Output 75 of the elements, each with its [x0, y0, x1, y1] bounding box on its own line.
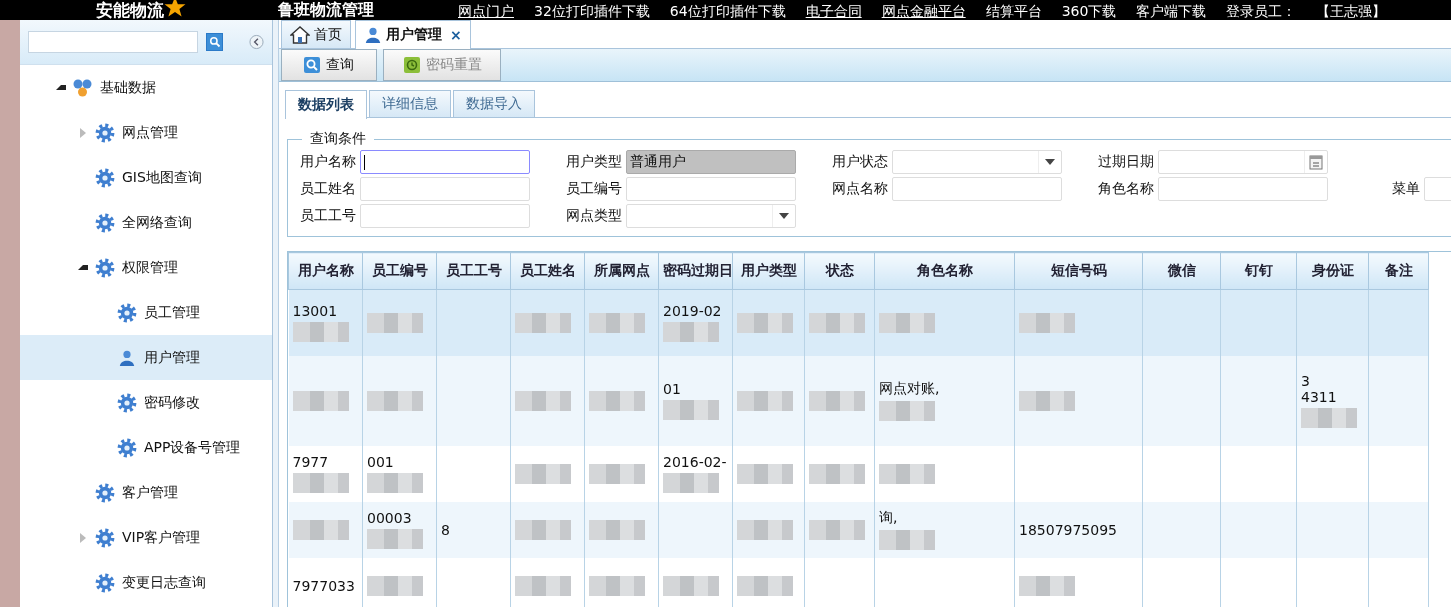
table-row[interactable]: 00003 8 询, 18507975095: [288, 501, 1429, 558]
column-header[interactable]: 角色名称: [874, 252, 1015, 290]
table-cell: 00003: [367, 510, 412, 526]
table-cell: 7977: [292, 454, 329, 470]
column-header[interactable]: 钉钉: [1220, 252, 1297, 290]
column-header[interactable]: 员工姓名: [510, 252, 585, 290]
tab[interactable]: 详细信息: [369, 90, 451, 117]
app-title: 鲁班物流管理: [278, 0, 374, 20]
field-label: 员工工号: [299, 207, 356, 225]
column-header[interactable]: 备注: [1368, 252, 1429, 290]
column-header[interactable]: 用户名称: [288, 252, 363, 290]
field-label: 员工姓名: [299, 180, 356, 198]
tree-item[interactable]: 网点管理: [20, 110, 272, 155]
table-cell: 2016-02-: [663, 454, 727, 470]
tree-item[interactable]: APP设备号管理: [20, 425, 272, 470]
field-label: 用户状态: [831, 153, 888, 171]
field-label: 用户类型: [565, 153, 622, 171]
table-cell: 01: [663, 381, 681, 397]
tab[interactable]: 用户管理 ×: [355, 20, 471, 49]
header-link[interactable]: 网点门户: [458, 3, 514, 19]
table-row[interactable]: 01 网点对账, 3 4311: [288, 355, 1429, 446]
field-label: 过期日期: [1097, 153, 1154, 171]
table-row[interactable]: 7977033: [288, 557, 1429, 607]
tree-item[interactable]: VIP客户管理: [20, 515, 272, 560]
header-link[interactable]: 电子合同: [805, 3, 862, 19]
query-legend: 查询条件: [302, 130, 374, 148]
table-cell: 13001: [292, 303, 338, 320]
table-cell: 7977033: [292, 577, 355, 594]
header-link[interactable]: 结算平台: [985, 3, 1042, 19]
table-row[interactable]: 7977 001 2016-02-: [288, 445, 1429, 502]
tab[interactable]: 数据导入: [453, 90, 535, 117]
column-header[interactable]: 身份证: [1296, 252, 1369, 290]
tree-item[interactable]: 全网络查询: [20, 200, 272, 245]
table-cell: 3 4311: [1301, 373, 1337, 405]
header-link[interactable]: 网点金融平台: [881, 3, 966, 19]
field-label: 员工编号: [565, 180, 622, 198]
table-cell: 2019-02: [663, 303, 722, 320]
tree-item[interactable]: 客户管理: [20, 470, 272, 515]
tree-item[interactable]: 变更日志查询: [20, 560, 272, 605]
search-button[interactable]: 查询: [281, 49, 377, 81]
header-link[interactable]: 64位打印插件下载: [669, 3, 786, 19]
tree-item[interactable]: 密码修改: [20, 380, 272, 425]
header-link[interactable]: 360下载: [1061, 3, 1117, 19]
field-label: 菜单: [1391, 180, 1420, 198]
field-label: 角色名称: [1097, 180, 1154, 198]
tab[interactable]: 数据列表: [285, 90, 367, 119]
logo-text: 安能物流: [96, 0, 164, 20]
tree-item[interactable]: 员工管理: [20, 290, 272, 335]
column-header[interactable]: 微信: [1142, 252, 1221, 290]
header-link[interactable]: 客户端下载: [1136, 3, 1207, 19]
user-name: 【王志强】: [1316, 3, 1387, 19]
column-header[interactable]: 所属网点: [584, 252, 659, 290]
table-cell: 询,: [879, 509, 898, 527]
close-button[interactable]: ×: [450, 27, 462, 43]
field-label: 用户名称: [299, 153, 356, 171]
field-label: 网点名称: [831, 180, 888, 198]
table-cell: 001: [367, 454, 394, 470]
column-header[interactable]: 密码过期日: [658, 252, 733, 290]
tree-item[interactable]: 用户管理: [20, 335, 272, 380]
tree-item[interactable]: 权限管理: [20, 245, 272, 290]
table-cell: 网点对账,: [879, 380, 940, 398]
column-header[interactable]: 员工工号: [436, 252, 511, 290]
column-header[interactable]: 员工编号: [362, 252, 437, 290]
tab[interactable]: 首页: [281, 20, 351, 48]
table-row[interactable]: 13001 2019-02: [288, 289, 1429, 356]
column-header[interactable]: 用户类型: [732, 252, 805, 290]
header-link[interactable]: 32位打印插件下载: [534, 3, 650, 19]
user-label: 登录员工：: [1226, 3, 1297, 19]
column-header[interactable]: 状态: [804, 252, 875, 290]
tree-item[interactable]: GIS地图查询: [20, 155, 272, 200]
tree-item[interactable]: 基础数据: [20, 65, 272, 110]
column-header[interactable]: 短信号码: [1014, 252, 1143, 290]
field-label: 网点类型: [565, 207, 622, 225]
table-cell: 8: [441, 521, 450, 538]
table-cell: 18507975095: [1019, 521, 1117, 538]
